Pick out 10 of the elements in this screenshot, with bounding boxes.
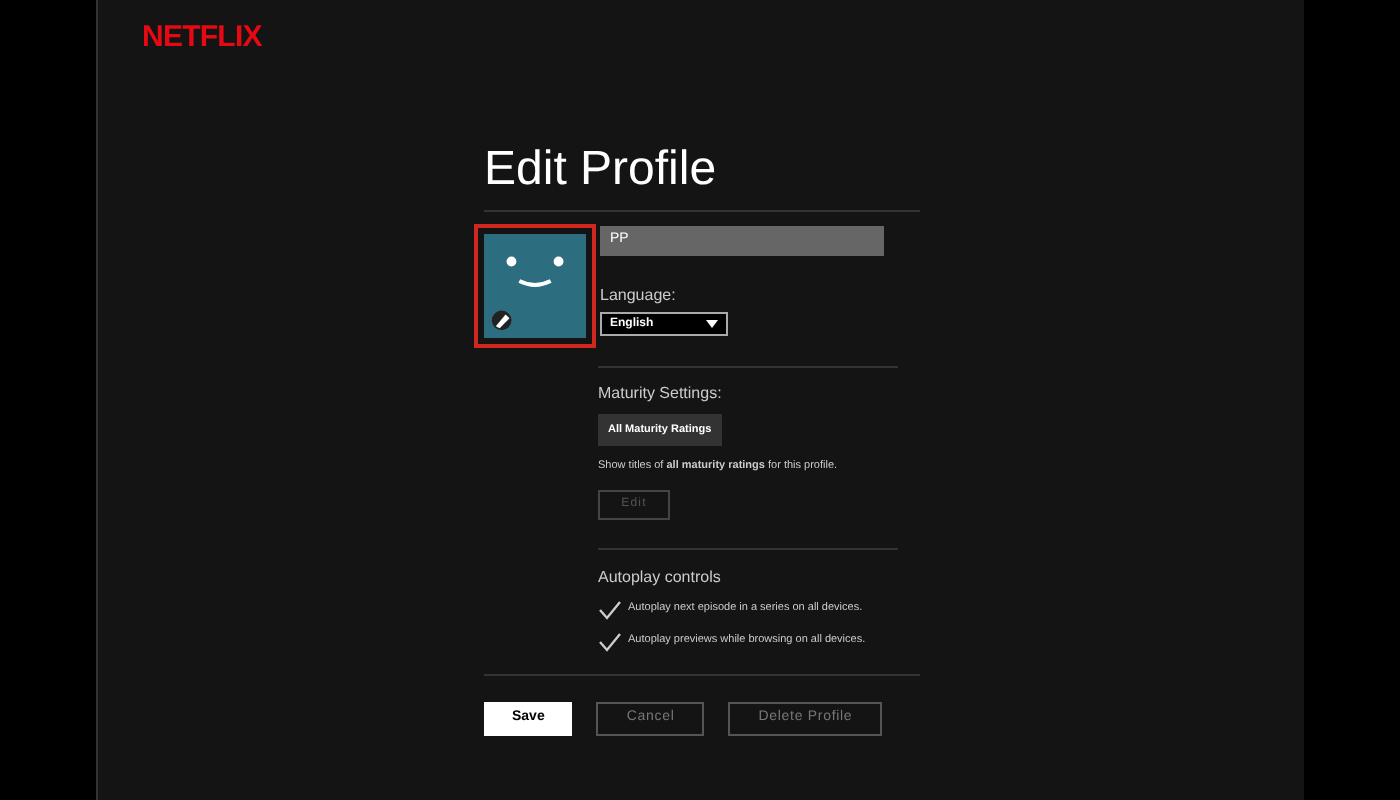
caret-icon [706,320,718,328]
profile-avatar[interactable] [474,224,596,348]
language-label: Language: [600,284,676,308]
smiley-avatar-icon [484,234,586,338]
page-title: Edit Profile [484,146,717,194]
checkbox[interactable] [598,629,622,653]
maturity-heading: Maturity Settings: [598,382,722,406]
checkbox[interactable] [598,597,622,621]
logo: NETFLIX [142,20,262,54]
autoplay-heading: Autoplay controls [598,565,721,589]
